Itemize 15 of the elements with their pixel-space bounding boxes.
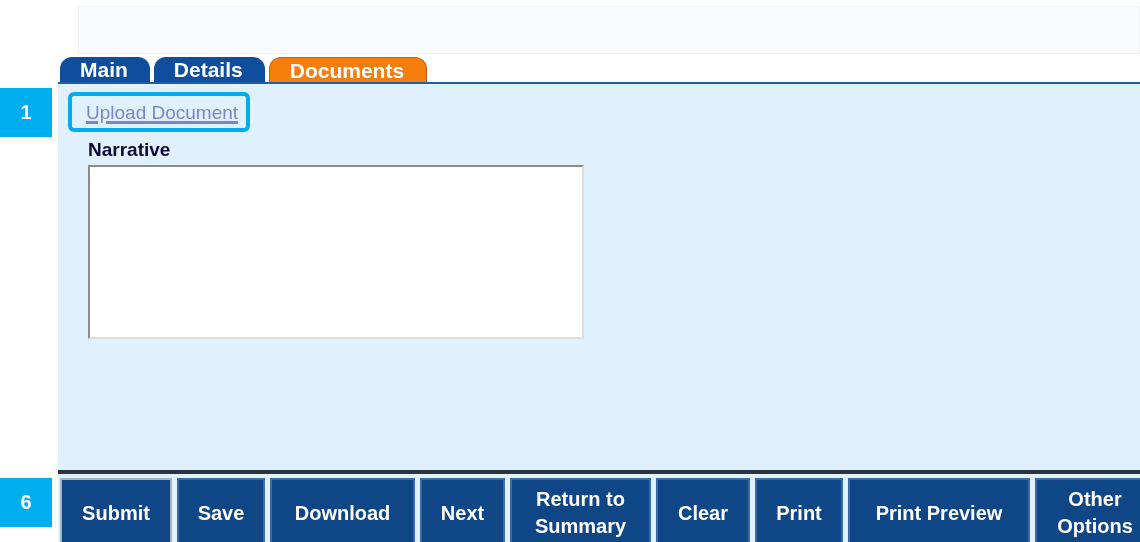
narrative-field[interactable] — [88, 165, 584, 339]
toolbar-button[interactable]: Submit — [60, 478, 172, 542]
tab[interactable]: Main — [60, 57, 150, 82]
tab[interactable]: Details — [153, 57, 265, 82]
toolbar-button[interactable]: Other Options — [1035, 478, 1140, 542]
toolbar-button[interactable]: Save — [177, 478, 265, 542]
toolbar-button[interactable]: Next — [420, 478, 505, 542]
toolbar-button[interactable]: Clear — [656, 478, 750, 542]
toolbar-button[interactable]: Print Preview — [848, 478, 1030, 542]
callout-number: 1 — [0, 88, 52, 137]
callout-number: 6 — [0, 478, 52, 527]
narrative-label: Narrative — [88, 139, 171, 161]
toolbar-button[interactable]: Return to Summary — [510, 478, 651, 542]
toolbar-button[interactable]: Download — [270, 478, 415, 542]
toolbar-button[interactable]: Print — [755, 478, 843, 542]
